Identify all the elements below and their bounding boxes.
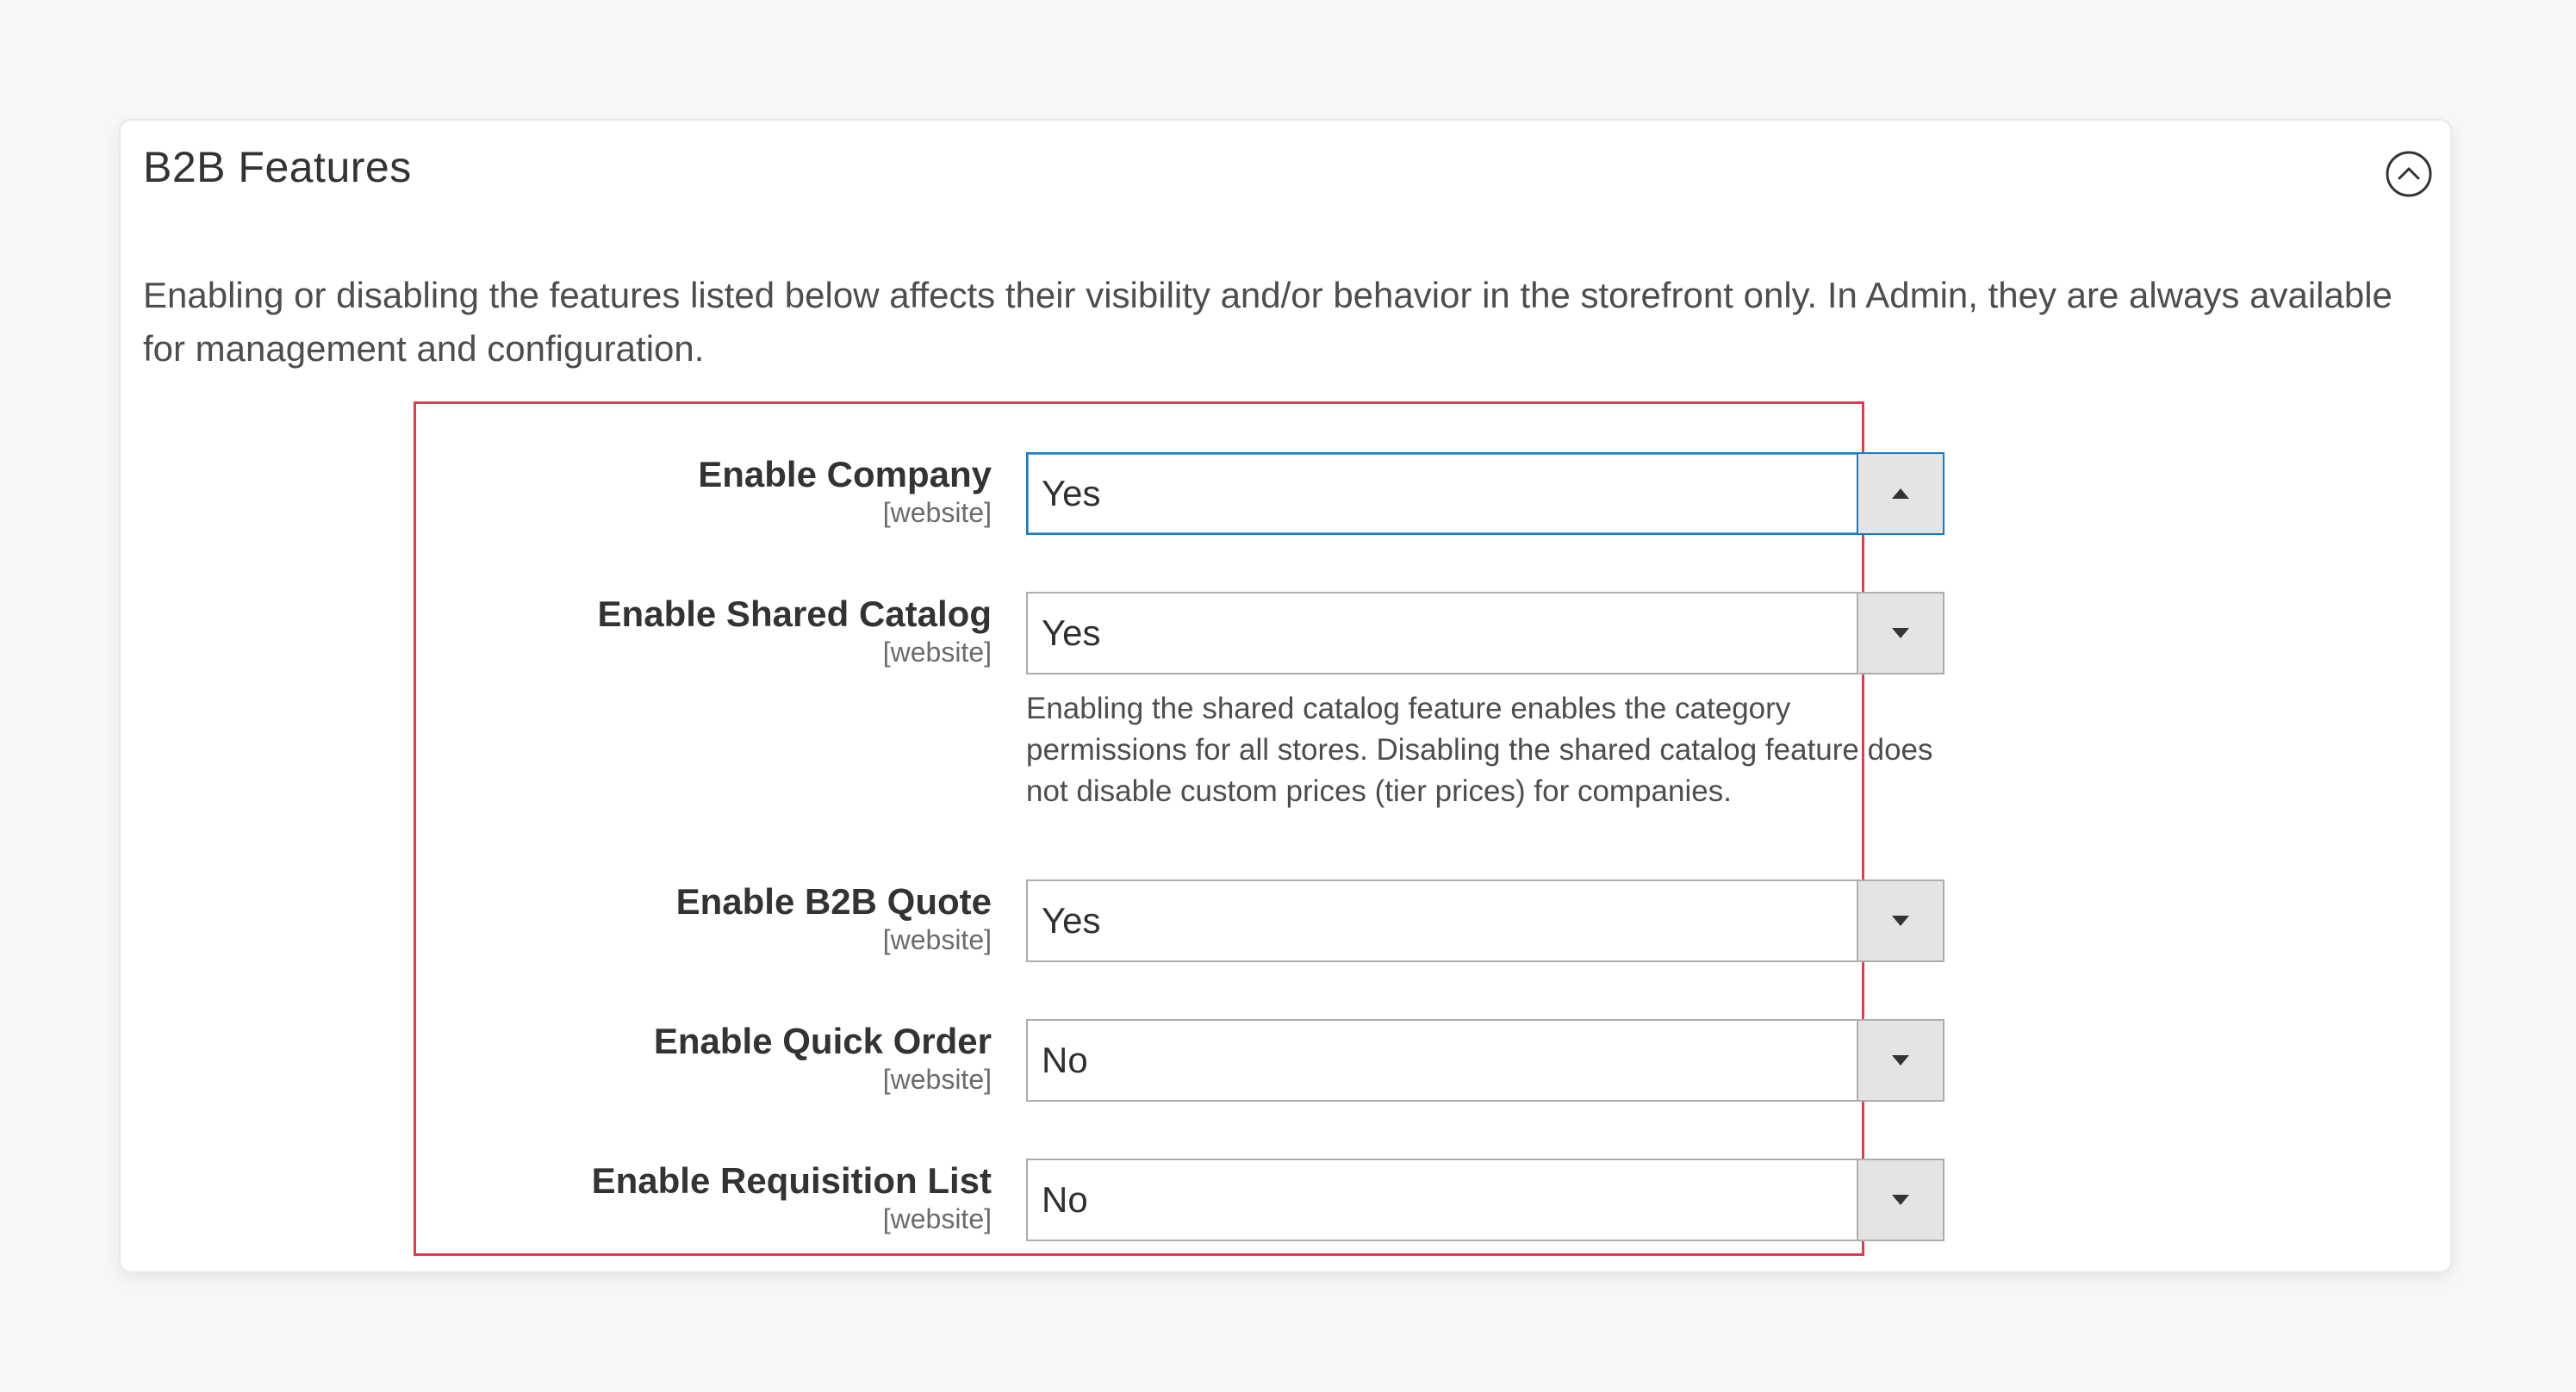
field-scope: [website]	[882, 924, 992, 955]
enable-requisition-list-select[interactable]: No	[1026, 1159, 1944, 1241]
field-scope: [website]	[882, 1064, 992, 1095]
field-label-group: Enable Requisition List [website]	[416, 1159, 992, 1234]
feature-settings-highlight: Enable Company [website] Yes Enable Shar…	[414, 401, 1944, 1256]
select-value: Yes	[1042, 612, 1101, 653]
field-label-group: Enable Shared Catalog [website]	[416, 592, 992, 668]
collapse-button[interactable]	[2385, 150, 2433, 198]
shared-catalog-note: Enabling the shared catalog feature enab…	[1026, 692, 1933, 808]
select-value: Yes	[1042, 473, 1101, 513]
field-label: Enable Shared Catalog	[597, 593, 992, 634]
field-label: Enable Quick Order	[653, 1021, 992, 1061]
triangle-down-icon	[1892, 1055, 1909, 1066]
panel-description: Enabling or disabling the features liste…	[143, 275, 2392, 369]
dropdown-toggle[interactable]	[1857, 454, 1943, 533]
select-value: No	[1042, 1179, 1088, 1220]
field-label: Enable B2B Quote	[675, 881, 992, 922]
triangle-up-icon	[1892, 488, 1909, 499]
field-scope: [website]	[882, 637, 992, 668]
dropdown-toggle[interactable]	[1857, 881, 1943, 960]
field-label-group: Enable Quick Order [website]	[416, 1019, 992, 1095]
enable-shared-catalog-select[interactable]: Yes	[1026, 592, 1944, 674]
dropdown-toggle[interactable]	[1857, 1160, 1943, 1240]
field-label-group: Enable B2B Quote [website]	[416, 879, 992, 955]
b2b-features-panel: B2B Features Enabling or disabling the f…	[119, 119, 2452, 1273]
select-value: Yes	[1042, 900, 1101, 941]
triangle-down-icon	[1892, 916, 1909, 926]
select-value: No	[1042, 1040, 1088, 1080]
chevron-up-circle-icon	[2386, 151, 2432, 197]
dropdown-toggle[interactable]	[1857, 1021, 1943, 1100]
field-scope: [website]	[882, 1203, 992, 1234]
enable-company-select[interactable]: Yes	[1026, 452, 1944, 535]
dropdown-toggle[interactable]	[1857, 593, 1943, 673]
field-label-group: Enable Company [website]	[416, 452, 992, 528]
panel-title: B2B Features	[143, 143, 412, 191]
enable-b2b-quote-select[interactable]: Yes	[1026, 879, 1944, 962]
enable-quick-order-select[interactable]: No	[1026, 1019, 1944, 1102]
field-scope: [website]	[882, 497, 992, 528]
field-label: Enable Requisition List	[591, 1160, 992, 1201]
triangle-down-icon	[1892, 628, 1909, 638]
triangle-down-icon	[1892, 1195, 1909, 1205]
field-label: Enable Company	[698, 454, 992, 494]
